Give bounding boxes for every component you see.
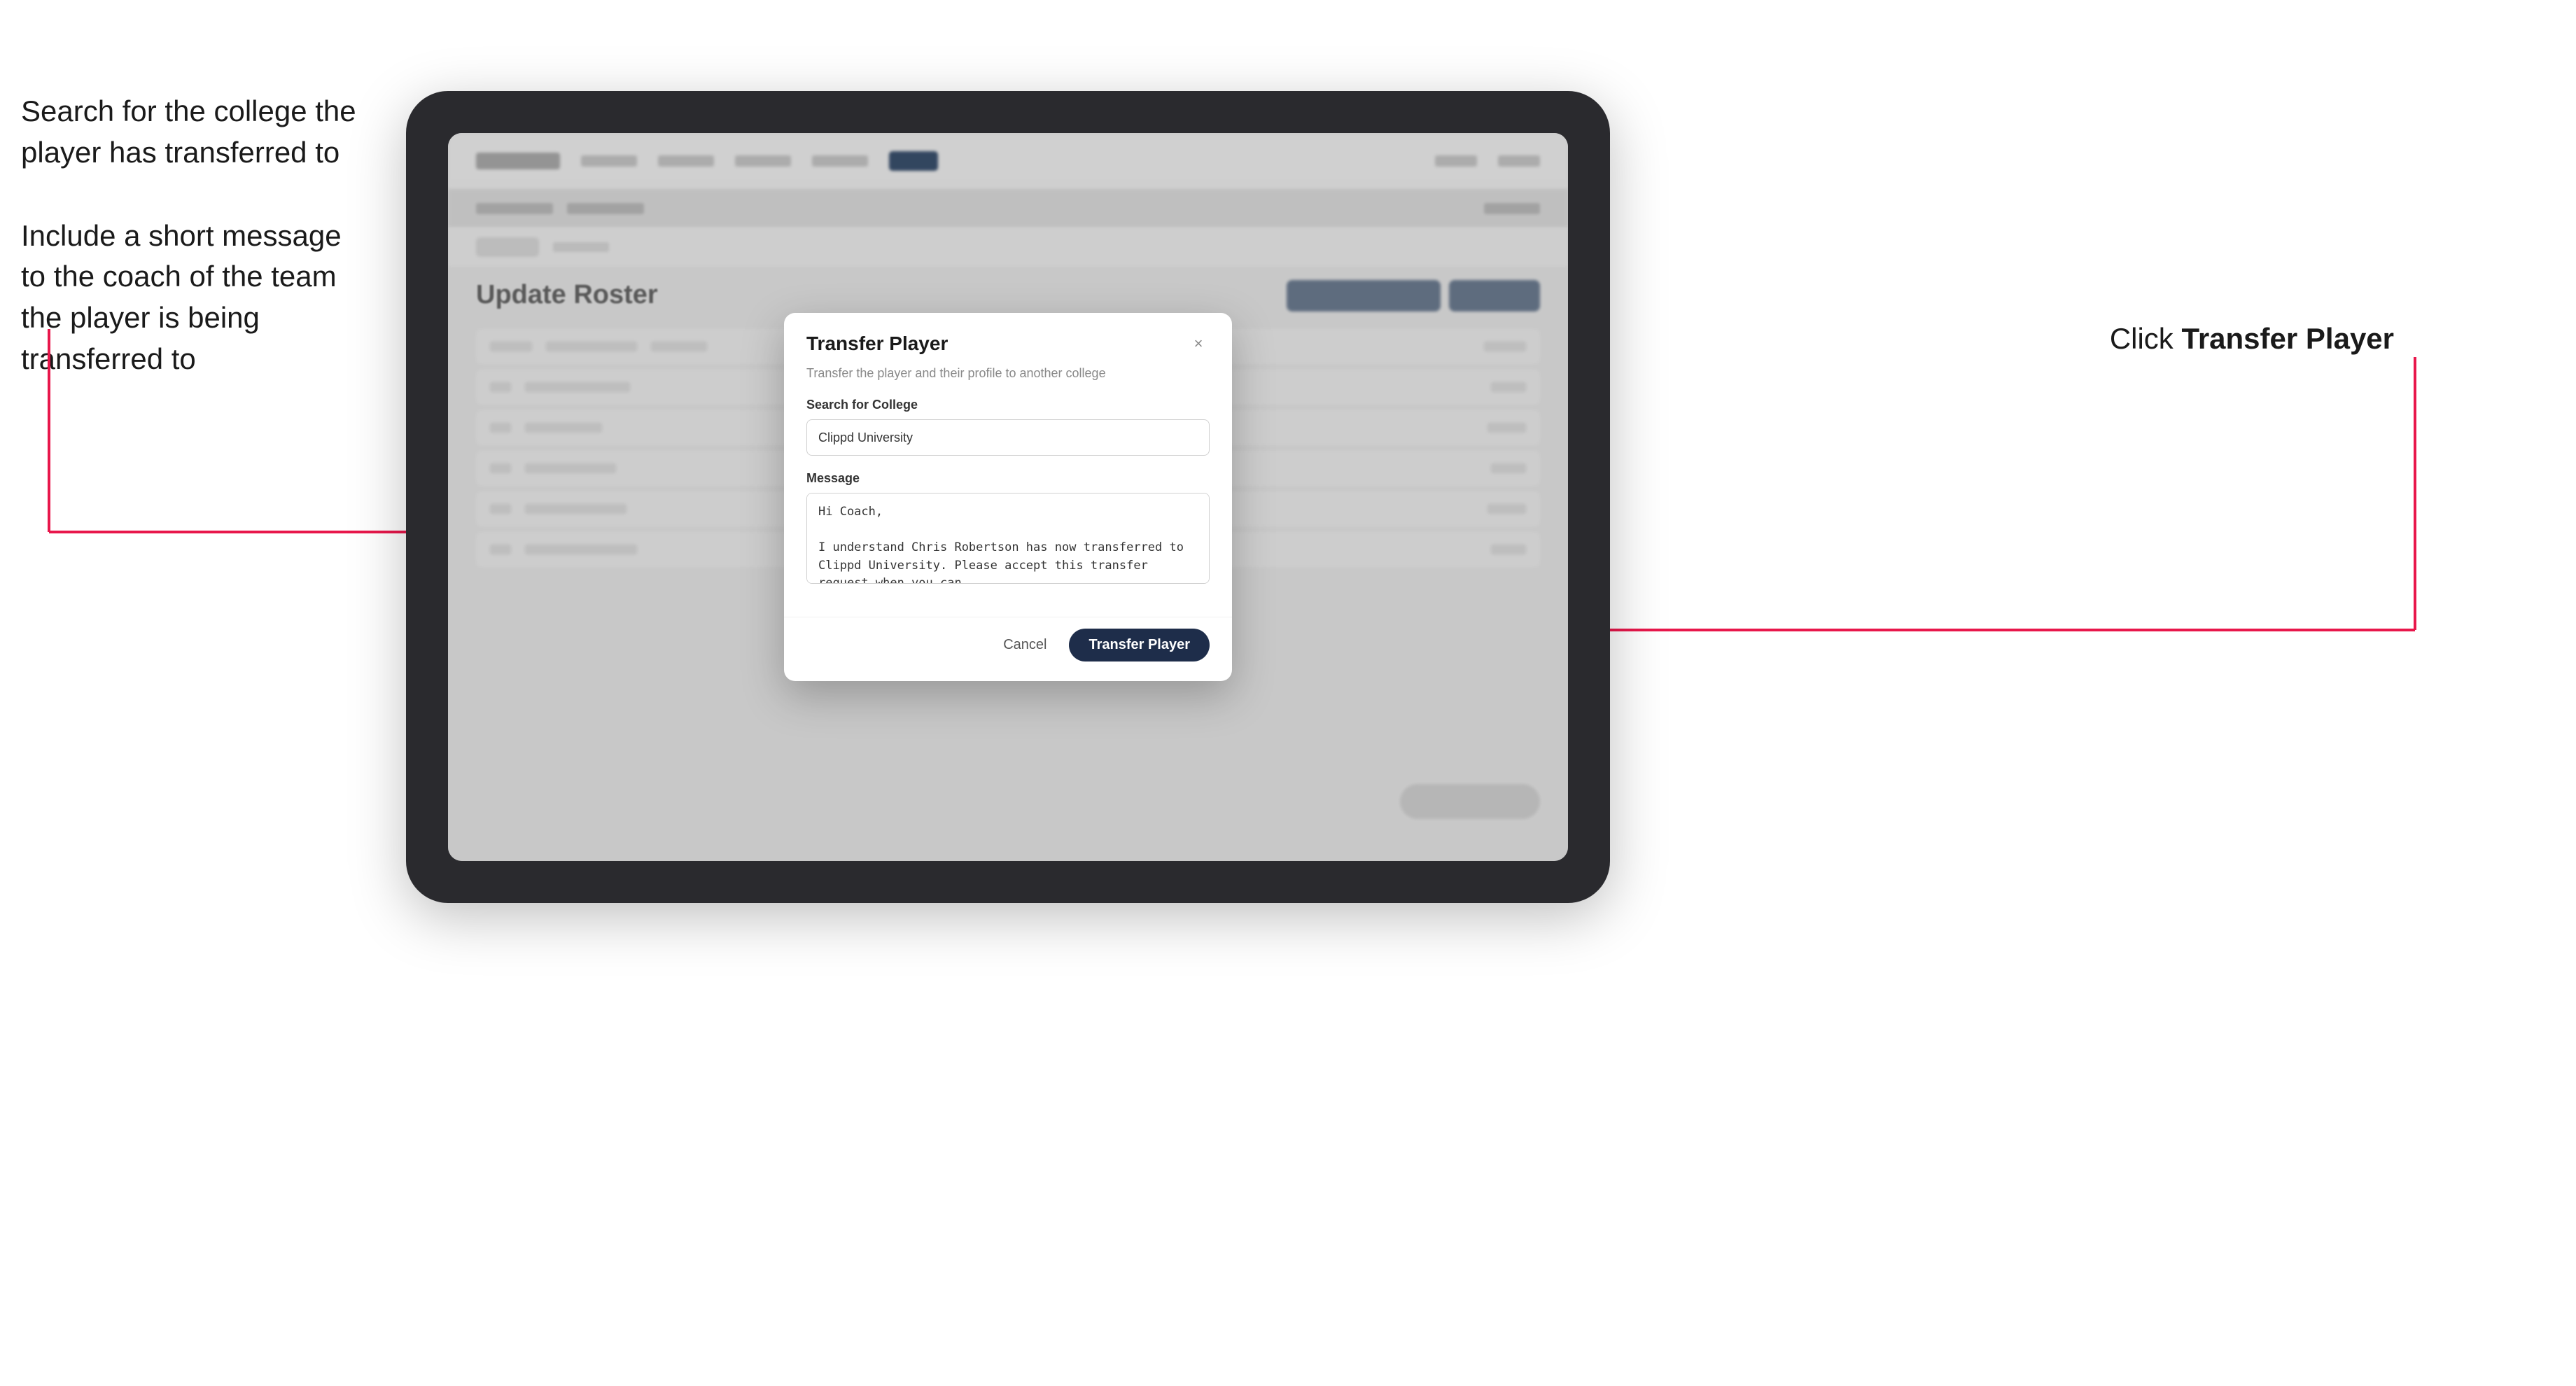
tablet-device: Update Roster — [406, 91, 1610, 903]
annotation-right-bold: Transfer Player — [2181, 322, 2394, 355]
annotation-text-2: Include a short message to the coach of … — [21, 216, 371, 380]
modal-header: Transfer Player × — [784, 313, 1232, 366]
transfer-player-button[interactable]: Transfer Player — [1069, 629, 1210, 662]
annotation-left: Search for the college the player has tr… — [21, 91, 371, 422]
modal-subtitle: Transfer the player and their profile to… — [806, 366, 1210, 381]
close-icon: × — [1194, 335, 1203, 353]
modal-title: Transfer Player — [806, 332, 948, 355]
message-textarea[interactable] — [806, 493, 1210, 584]
annotation-right-prefix: Click — [2110, 322, 2182, 355]
modal-overlay: Transfer Player × Transfer the player an… — [448, 133, 1568, 861]
modal-body: Transfer the player and their profile to… — [784, 366, 1232, 617]
modal-footer: Cancel Transfer Player — [784, 617, 1232, 681]
annotation-right: Click Transfer Player — [2110, 322, 2394, 356]
close-button[interactable]: × — [1187, 332, 1210, 355]
annotation-text-1: Search for the college the player has tr… — [21, 91, 371, 174]
search-college-group: Search for College — [806, 398, 1210, 456]
message-group: Message — [806, 471, 1210, 587]
search-college-input[interactable] — [806, 419, 1210, 456]
tablet-screen: Update Roster — [448, 133, 1568, 861]
cancel-button[interactable]: Cancel — [992, 630, 1058, 660]
search-college-label: Search for College — [806, 398, 1210, 412]
transfer-player-modal: Transfer Player × Transfer the player an… — [784, 313, 1232, 681]
message-label: Message — [806, 471, 1210, 486]
